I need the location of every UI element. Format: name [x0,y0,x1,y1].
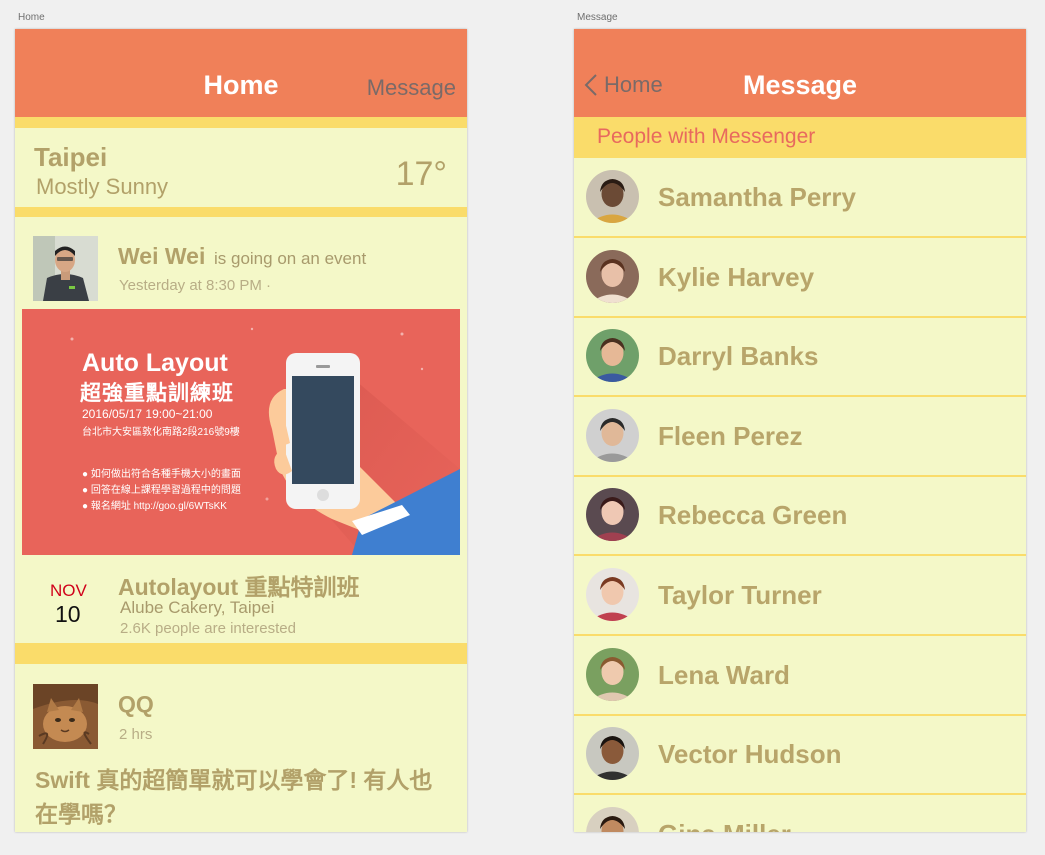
person-photo-icon [586,806,639,832]
person-photo-icon [586,408,639,462]
divider [15,117,467,128]
weather-condition: Mostly Sunny [36,174,169,199]
contact-name: Darryl Banks [658,341,819,372]
event-date-day: 10 [55,601,81,627]
avatar [586,806,639,832]
avatar[interactable] [33,684,98,749]
event-image-title: Auto Layout [82,349,228,377]
avatar [586,488,639,542]
person-photo-icon [586,170,639,223]
section-header: People with Messenger [574,117,1026,158]
message-screen: Home Message People with Messenger Saman… [574,29,1026,832]
avatar [586,249,639,303]
divider [15,643,467,664]
person-photo-icon [586,488,639,542]
avatar [586,329,639,383]
person-photo-icon [586,727,639,781]
event-image-datetime: 2016/05/17 19:00~21:00 [82,407,213,421]
post-time: 2 hrs [119,726,153,743]
person-photo-icon [586,329,639,383]
person-photo-icon [586,568,639,621]
contact-name: Fleen Perez [658,420,803,451]
event-image-address: 台北市大安區敦化南路2段216號9樓 [82,427,240,438]
message-nav-title: Message [742,70,858,100]
avatar[interactable] [33,236,98,301]
contact-name: Gina Miller [658,819,791,832]
contact-row[interactable]: Darryl Banks [574,317,1026,398]
contact-name: Kylie Harvey [658,261,815,292]
contact-name: Lena Ward [658,659,790,690]
event-image-subtitle: 超強重點訓練班 [80,382,234,405]
post-action: is going on an event [214,249,367,268]
message-navbar: Home Message [574,29,1026,117]
home-navbar: Home Message [15,29,467,117]
event-image-bullet: ● 回答在線上課程學習過程中的問題 [82,485,241,496]
post-body: Swift 真的超簡單就可以學會了! 有人也在學嗎？ [35,767,433,827]
event-interested-count: 2.6K people are interested [120,620,296,637]
contact-row[interactable]: Gina Miller [574,795,1026,832]
message-artboard-label: Message [577,12,618,23]
post-author[interactable]: Wei Wei [118,243,205,270]
cat-photo-icon [33,684,98,749]
message-nav-link[interactable]: Message [367,75,456,101]
contact-row[interactable]: Samantha Perry [574,158,1026,238]
event-image[interactable]: Auto Layout 超強重點訓練班 2016/05/17 19:00~21:… [22,309,460,555]
home-screen: Home Message Taipei Mostly Sunny 17° Wei… [15,29,467,832]
contact-row[interactable]: Lena Ward [574,636,1026,716]
section-title: People with Messenger [597,125,816,148]
event-name[interactable]: Autolayout 重點特訓班 [118,568,360,602]
avatar [586,727,639,781]
event-date-month: NOV [50,581,87,600]
event-image-bullet: ● 如何做出符合各種手機大小的畫面 [82,469,241,480]
weather-temperature: 17° [395,155,447,193]
contact-name: Samantha Perry [658,182,856,212]
person-photo-icon [33,236,98,301]
home-artboard-label: Home [18,12,45,23]
avatar [586,408,639,462]
post-time: Yesterday at 8:30 PM · [119,277,272,294]
contact-name: Taylor Turner [658,580,822,610]
contact-row[interactable]: Taylor Turner [574,556,1026,636]
contact-row[interactable]: Kylie Harvey [574,238,1026,318]
weather-city: Taipei [34,142,108,172]
contact-name: Rebecca Green [658,500,848,531]
post-author[interactable]: QQ [118,691,154,718]
event-image-bullet: ● 報名網址 http://goo.gl/6WTsKK [82,501,227,512]
avatar [586,647,639,701]
event-venue: Alube Cakery, Taipei [120,598,275,617]
contact-row[interactable]: Rebecca Green [574,476,1026,557]
avatar [586,568,639,621]
person-photo-icon [586,249,639,303]
contact-name: Vector Hudson [658,739,842,770]
divider [15,207,467,217]
contact-row[interactable]: Fleen Perez [574,397,1026,477]
person-photo-icon [586,647,639,701]
avatar [586,170,639,223]
contact-row[interactable]: Vector Hudson [574,715,1026,796]
